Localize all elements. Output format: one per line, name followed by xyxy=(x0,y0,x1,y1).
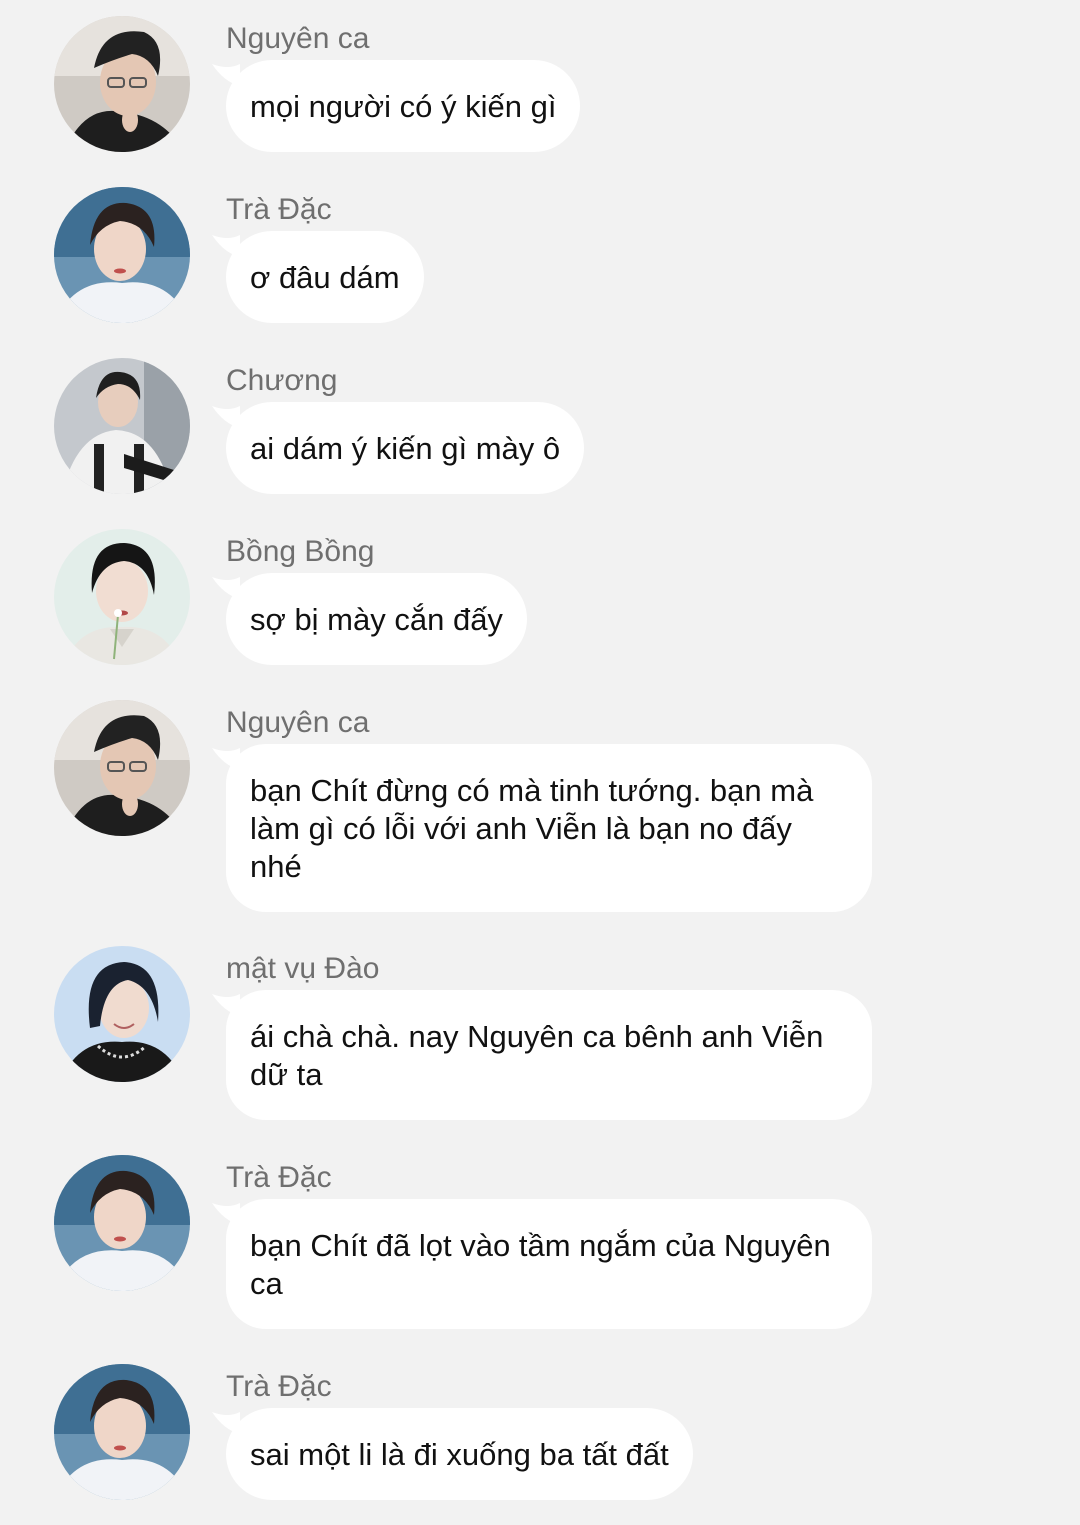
message-bubble[interactable]: bạn Chít đã lọt vào tầm ngắm của Nguyên … xyxy=(226,1199,872,1329)
message-bubble[interactable]: ơ đâu dám xyxy=(226,231,424,323)
chat-message: Nguyên ca mọi người có ý kiến gì xyxy=(0,0,1080,170)
chat-message: Trà Đặc ơ đâu dám xyxy=(0,171,1080,341)
avatar-photo-icon xyxy=(54,358,190,494)
avatar-photo-icon xyxy=(54,1364,190,1500)
avatar[interactable] xyxy=(54,187,190,323)
avatar[interactable] xyxy=(54,946,190,1082)
chat-message: Trà Đặc bạn Chít đã lọt vào tầm ngắm của… xyxy=(0,1139,1080,1347)
avatar[interactable] xyxy=(54,1155,190,1291)
avatar[interactable] xyxy=(54,16,190,152)
avatar[interactable] xyxy=(54,358,190,494)
message-bubble[interactable]: sợ bị mày cắn đấy xyxy=(226,573,527,665)
sender-name: Bồng Bồng xyxy=(226,535,375,568)
sender-name: mật vụ Đào xyxy=(226,952,380,985)
message-bubble[interactable]: sai một li là đi xuống ba tất đất xyxy=(226,1408,693,1500)
avatar-photo-icon xyxy=(54,700,190,836)
sender-name: Nguyên ca xyxy=(226,706,370,739)
chat-message: mật vụ Đào ái chà chà. nay Nguyên ca bên… xyxy=(0,930,1080,1138)
message-bubble[interactable]: ai dám ý kiến gì mày ô xyxy=(226,402,585,494)
avatar[interactable] xyxy=(54,1364,190,1500)
chat-message: Chương ai dám ý kiến gì mày ô xyxy=(0,342,1080,512)
chat-message: Trà Đặc sai một li là đi xuống ba tất đấ… xyxy=(0,1348,1080,1525)
sender-name: Trà Đặc xyxy=(226,193,332,226)
avatar-photo-icon xyxy=(54,16,190,152)
chat-message-list[interactable]: Nguyên ca mọi người có ý kiến gì Trà Đặc… xyxy=(0,0,1080,1525)
message-bubble[interactable]: ái chà chà. nay Nguyên ca bênh anh Viễn … xyxy=(226,990,872,1120)
avatar[interactable] xyxy=(54,529,190,665)
avatar-photo-icon xyxy=(54,1155,190,1291)
message-bubble[interactable]: mọi người có ý kiến gì xyxy=(226,60,581,152)
sender-name: Trà Đặc xyxy=(226,1161,332,1194)
avatar-photo-icon xyxy=(54,529,190,665)
sender-name: Nguyên ca xyxy=(226,22,370,55)
sender-name: Trà Đặc xyxy=(226,1370,332,1403)
avatar-photo-icon xyxy=(54,946,190,1082)
sender-name: Chương xyxy=(226,364,338,397)
avatar[interactable] xyxy=(54,700,190,836)
avatar-photo-icon xyxy=(54,187,190,323)
chat-message: Nguyên ca bạn Chít đừng có mà tinh tướng… xyxy=(0,684,1080,930)
message-bubble[interactable]: bạn Chít đừng có mà tinh tướng. bạn mà l… xyxy=(226,744,872,912)
chat-message: Bồng Bồng sợ bị mày cắn đấy xyxy=(0,513,1080,683)
